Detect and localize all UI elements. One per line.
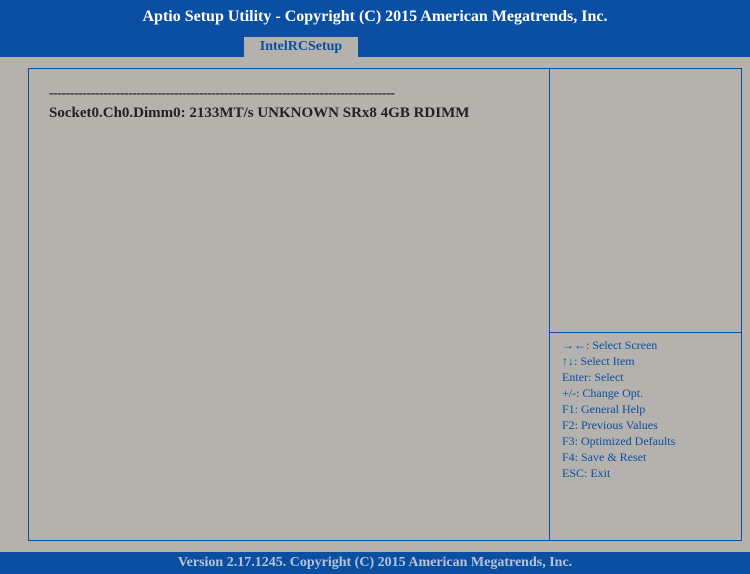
help-item-general-help: F1: General Help bbox=[562, 402, 646, 416]
help-description-pane bbox=[550, 68, 742, 333]
help-item-change-opt: +/-: Change Opt. bbox=[562, 386, 644, 400]
help-item-exit: ESC: Exit bbox=[562, 466, 611, 480]
separator-line: ----------------------------------------… bbox=[49, 86, 395, 101]
title-bar: Aptio Setup Utility - Copyright (C) 2015… bbox=[0, 0, 750, 33]
title-text: Aptio Setup Utility - Copyright (C) 2015… bbox=[142, 7, 608, 25]
tab-label: IntelRCSetup bbox=[259, 39, 343, 54]
tab-intelrcsetup[interactable]: IntelRCSetup bbox=[244, 37, 358, 57]
content-pane bbox=[28, 68, 550, 541]
help-item-save-reset: F4: Save & Reset bbox=[562, 450, 647, 464]
key-help-list: →←: Select Screen ↑↓: Select Item Enter:… bbox=[562, 337, 675, 481]
help-item-optimized-defaults: F3: Optimized Defaults bbox=[562, 434, 676, 448]
version-text: Version 2.17.1245. Copyright (C) 2015 Am… bbox=[177, 555, 573, 570]
dimm-info-text: Socket0.Ch0.Dimm0: 2133MT/s UNKNOWN SRx8… bbox=[49, 105, 470, 121]
help-item-select-item: ↑↓: Select Item bbox=[562, 354, 635, 368]
tab-bar bbox=[0, 33, 750, 57]
help-item-enter: Enter: Select bbox=[562, 370, 624, 384]
help-item-previous-values: F2: Previous Values bbox=[562, 418, 658, 432]
footer-bar: Version 2.17.1245. Copyright (C) 2015 Am… bbox=[0, 552, 750, 574]
help-item-select-screen: →←: Select Screen bbox=[562, 338, 658, 352]
